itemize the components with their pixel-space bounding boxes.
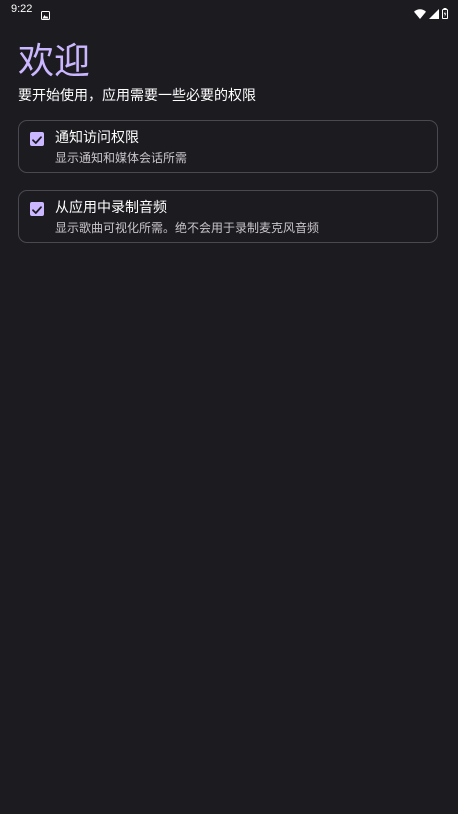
battery-icon bbox=[442, 4, 448, 23]
status-bar: 9:22 bbox=[0, 0, 458, 20]
checkmark-icon bbox=[32, 136, 42, 144]
signal-icon bbox=[429, 4, 439, 23]
permission-title: 从应用中录制音频 bbox=[55, 200, 167, 216]
permission-card-notification-access[interactable]: 通知访问权限 显示通知和媒体会话所需 bbox=[18, 120, 438, 173]
wifi-icon bbox=[414, 4, 426, 23]
checkmark-icon bbox=[32, 206, 42, 214]
permission-description: 显示歌曲可视化所需。绝不会用于录制麦克风音频 bbox=[55, 221, 320, 235]
page-title: 欢迎 bbox=[18, 41, 91, 82]
permission-description: 显示通知和媒体会话所需 bbox=[55, 151, 188, 165]
checkbox[interactable] bbox=[30, 132, 44, 146]
permission-card-record-audio[interactable]: 从应用中录制音频 显示歌曲可视化所需。绝不会用于录制麦克风音频 bbox=[18, 190, 438, 243]
photo-icon bbox=[41, 5, 50, 24]
status-time: 9:22 bbox=[11, 3, 33, 15]
checkbox[interactable] bbox=[30, 202, 44, 216]
page-subtitle: 要开始使用，应用需要一些必要的权限 bbox=[18, 88, 256, 104]
permission-title: 通知访问权限 bbox=[55, 130, 139, 146]
